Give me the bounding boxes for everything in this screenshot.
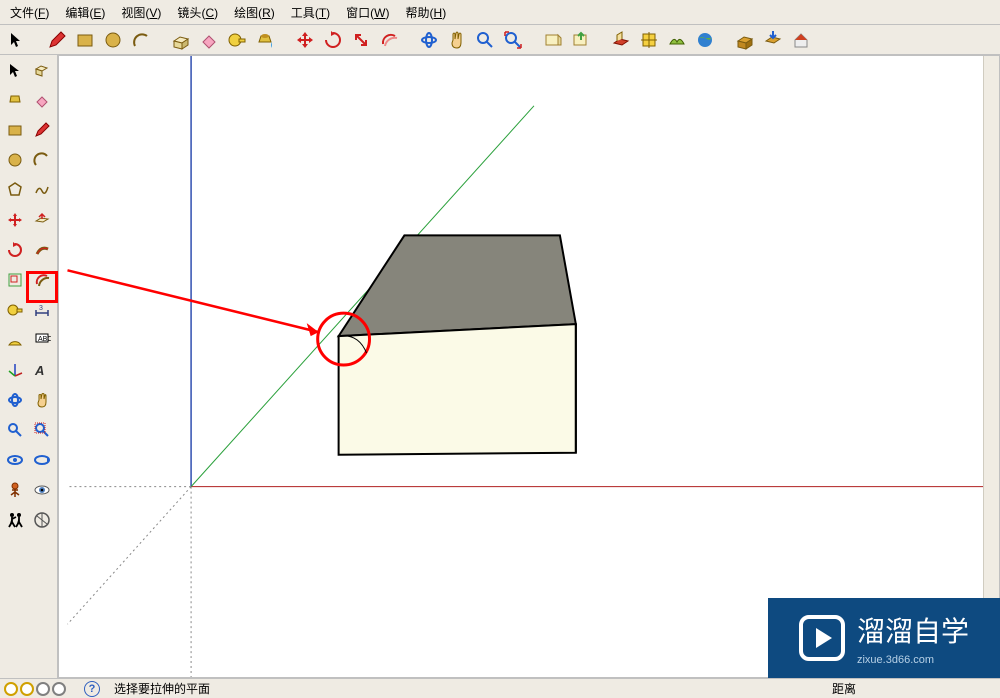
warehouse-home-tool[interactable] <box>788 27 814 53</box>
menu-edit[interactable]: 编辑(E) <box>59 2 111 23</box>
svg-text:ABC: ABC <box>38 336 51 343</box>
scene-svg <box>59 56 999 677</box>
walk-tool-l[interactable] <box>2 507 28 533</box>
arc-tool-l[interactable] <box>30 147 56 173</box>
statusbar: ? 选择要拉伸的平面 距离 <box>0 678 1000 698</box>
watermark-sub: zixue.3d66.com <box>857 654 969 666</box>
push-pull-tool-l[interactable] <box>30 207 56 233</box>
paint-bucket-tool-l[interactable] <box>2 87 28 113</box>
menu-help[interactable]: 帮助(H) <box>400 2 453 23</box>
menu-tools[interactable]: 工具(T) <box>285 2 336 23</box>
pencil-tool[interactable] <box>44 27 70 53</box>
indicator-4[interactable] <box>52 682 66 696</box>
warehouse-upload-tool[interactable] <box>732 27 758 53</box>
place-model-tool[interactable] <box>608 27 634 53</box>
dimension-tool-l[interactable]: 3 <box>30 297 56 323</box>
warehouse-download-tool[interactable] <box>760 27 786 53</box>
rectangle-tool[interactable] <box>72 27 98 53</box>
indicator-3[interactable] <box>36 682 50 696</box>
svg-text:A: A <box>34 363 44 378</box>
text-tool-l[interactable]: ABC <box>30 327 56 353</box>
scale-tool-l[interactable] <box>2 267 28 293</box>
menu-file[interactable]: 文件(F) <box>4 2 55 23</box>
tape-measure-tool[interactable] <box>224 27 250 53</box>
axes-tool-l[interactable] <box>2 357 28 383</box>
menubar: 文件(F) 编辑(E) 视图(V) 镜头(C) 绘图(R) 工具(T) 窗口(W… <box>0 0 1000 25</box>
eraser-tool-l[interactable] <box>30 87 56 113</box>
zoom-tool-l[interactable] <box>2 417 28 443</box>
viewport-3d[interactable] <box>58 55 1000 678</box>
protractor-tool-l[interactable] <box>2 327 28 353</box>
polygon-tool-l[interactable] <box>2 177 28 203</box>
offset-tool-l[interactable] <box>30 267 56 293</box>
orbit-tool-l[interactable] <box>2 387 28 413</box>
google-earth-tool[interactable] <box>692 27 718 53</box>
menu-view[interactable]: 视图(V) <box>115 2 167 23</box>
left-toolbar: 3 ABC A <box>0 55 58 678</box>
help-icon[interactable]: ? <box>84 681 100 697</box>
status-indicators <box>4 682 66 696</box>
share-model-tool[interactable] <box>568 27 594 53</box>
select-tool-l[interactable] <box>2 57 28 83</box>
pan-tool[interactable] <box>444 27 470 53</box>
select-tool[interactable] <box>4 27 30 53</box>
make-component-tool[interactable] <box>30 57 56 83</box>
indicator-1[interactable] <box>4 682 18 696</box>
orbit-tool[interactable] <box>416 27 442 53</box>
section-plane-tool-l[interactable] <box>30 507 56 533</box>
indicator-2[interactable] <box>20 682 34 696</box>
rotate-tool-l[interactable] <box>2 237 28 263</box>
offset-tool[interactable] <box>376 27 402 53</box>
pan-tool-l[interactable] <box>30 387 56 413</box>
scrollbar-vertical[interactable] <box>983 56 999 677</box>
menu-camera[interactable]: 镜头(C) <box>171 2 224 23</box>
prev-view-tool-l[interactable] <box>2 447 28 473</box>
tape-tool-l[interactable] <box>2 297 28 323</box>
svg-text:3: 3 <box>39 305 43 312</box>
scale-tool[interactable] <box>348 27 374 53</box>
status-distance-label: 距离 <box>832 680 856 697</box>
zoom-tool[interactable] <box>472 27 498 53</box>
circle-tool-l[interactable] <box>2 147 28 173</box>
status-hint: 选择要拉伸的平面 <box>114 680 210 697</box>
play-icon <box>799 615 845 661</box>
circle-tool[interactable] <box>100 27 126 53</box>
move-tool-l[interactable] <box>2 207 28 233</box>
get-model-tool[interactable] <box>540 27 566 53</box>
rectangle-tool-l[interactable] <box>2 117 28 143</box>
move-tool[interactable] <box>292 27 318 53</box>
paint-bucket-tool[interactable] <box>252 27 278 53</box>
watermark: 溜溜自学 zixue.3d66.com <box>768 598 1000 678</box>
zoom-window-tool-l[interactable] <box>30 417 56 443</box>
push-pull-tool[interactable] <box>168 27 194 53</box>
arc-tool[interactable] <box>128 27 154 53</box>
watermark-title: 溜溜自学 <box>857 610 969 650</box>
follow-me-tool-l[interactable] <box>30 237 56 263</box>
top-toolbar <box>0 25 1000 55</box>
next-view-tool-l[interactable] <box>30 447 56 473</box>
get-location-tool[interactable] <box>636 27 662 53</box>
freehand-tool-l[interactable] <box>30 177 56 203</box>
position-camera-tool-l[interactable] <box>2 477 28 503</box>
line-tool-l[interactable] <box>30 117 56 143</box>
model-box <box>339 235 576 454</box>
rotate-tool[interactable] <box>320 27 346 53</box>
toggle-terrain-tool[interactable] <box>664 27 690 53</box>
annotation <box>67 270 369 365</box>
menu-draw[interactable]: 绘图(R) <box>228 2 281 23</box>
eraser-tool[interactable] <box>196 27 222 53</box>
axis-y-green-neg <box>67 487 191 625</box>
3d-text-tool-l[interactable]: A <box>30 357 56 383</box>
menu-window[interactable]: 窗口(W) <box>340 2 395 23</box>
zoom-extents-tool[interactable] <box>500 27 526 53</box>
look-around-tool-l[interactable] <box>30 477 56 503</box>
